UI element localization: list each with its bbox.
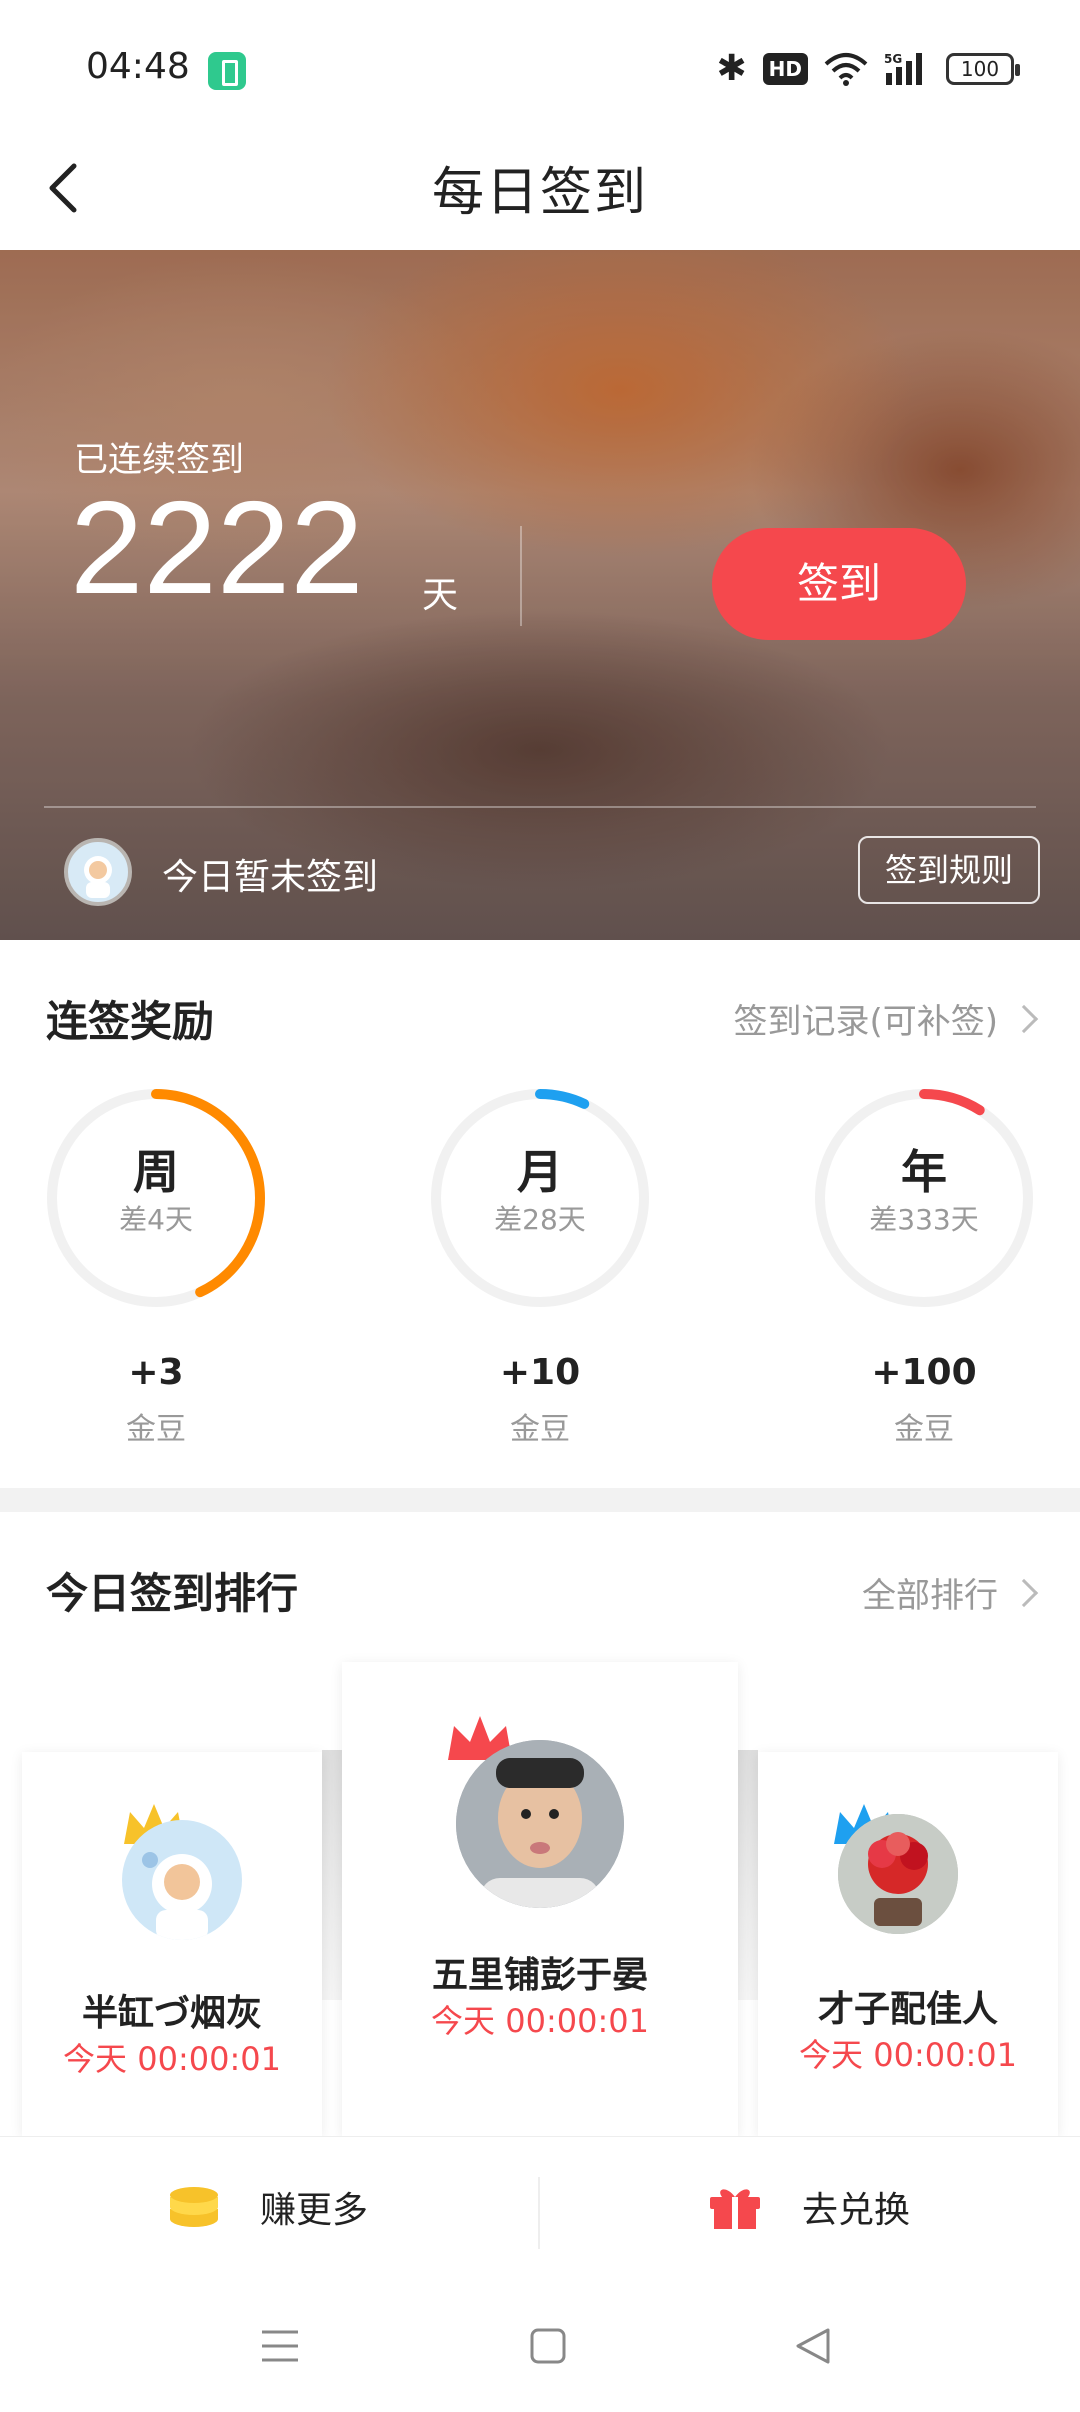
all-ranking-label: 全部排行 <box>862 1576 998 1616</box>
reward-unit: 金豆 <box>126 1412 186 1447</box>
streak-unit: 天 <box>422 575 459 616</box>
menu-button[interactable] <box>252 2318 308 2374</box>
rank-card-1[interactable]: 五里铺彭于晏 今天 00:00:01 <box>342 1662 738 2136</box>
reward-ring-week[interactable]: 周 差4天 <box>44 1086 268 1310</box>
checkin-button[interactable]: 签到 <box>712 528 966 640</box>
earn-more-button[interactable]: 赚更多 <box>168 2137 368 2277</box>
section-divider <box>0 1488 1080 1512</box>
rank-card-3[interactable]: 才子配佳人 今天 00:00:01 <box>758 1752 1058 2136</box>
rank-card-2[interactable]: 半缸づ烟灰 今天 00:00:01 <box>22 1752 322 2136</box>
redeem-label: 去兑换 <box>802 2190 911 2231</box>
status-icons: ✱ HD 5G 100 <box>716 48 1020 89</box>
page-title: 每日签到 <box>431 163 648 223</box>
cellular-signal-icon: 5G <box>884 51 930 87</box>
reward-period: 年 <box>901 1145 947 1199</box>
reward-period: 周 <box>133 1145 179 1199</box>
reward-unit: 金豆 <box>510 1412 570 1447</box>
podium-shadow <box>736 1750 758 2000</box>
all-ranking-link[interactable]: 全部排行 <box>862 1568 1039 1617</box>
reward-ring-year[interactable]: 年 差333天 <box>812 1086 1036 1310</box>
rank-time: 今天 00:00:01 <box>799 2036 1017 2074</box>
reward-amount: +3 <box>128 1352 184 1393</box>
home-icon <box>530 2328 566 2364</box>
today-status-text: 今日暂未签到 <box>162 857 379 898</box>
bluetooth-icon: ✱ <box>716 48 747 89</box>
checkin-record-link[interactable]: 签到记录(可补签) <box>733 994 1039 1043</box>
rank-name: 才子配佳人 <box>817 1989 998 2030</box>
divider <box>538 2177 540 2249</box>
menu-icon <box>262 2330 298 2362</box>
gift-icon <box>710 2189 760 2229</box>
reward-amount: +10 <box>499 1352 581 1393</box>
reward-period: 月 <box>517 1145 563 1199</box>
hd-badge: HD <box>762 52 808 85</box>
rank-avatar[interactable] <box>838 1814 958 1934</box>
coins-icon <box>170 2187 218 2227</box>
ranking-title: 今日签到排行 <box>46 1569 299 1618</box>
reward-ring-month[interactable]: 月 差28天 <box>428 1086 652 1310</box>
status-bar: 04:48 ✱ HD 5G 100 <box>0 0 1080 130</box>
podium-shadow <box>322 1750 344 2000</box>
back-triangle-icon <box>796 2328 830 2364</box>
streak-rewards-title: 连签奖励 <box>46 997 215 1046</box>
home-button[interactable] <box>520 2318 576 2374</box>
reward-remaining: 差333天 <box>869 1203 979 1236</box>
redeem-button[interactable]: 去兑换 <box>708 2137 910 2277</box>
divider <box>44 806 1036 808</box>
divider <box>520 526 522 626</box>
rank-avatar[interactable] <box>456 1740 624 1908</box>
user-avatar <box>64 838 132 906</box>
chevron-right-icon <box>1009 1004 1039 1033</box>
reward-remaining: 差28天 <box>494 1203 586 1236</box>
wifi-icon <box>824 52 868 86</box>
checkin-rules-button[interactable]: 签到规则 <box>858 836 1040 904</box>
reward-amount: +100 <box>871 1352 977 1393</box>
svg-text:5G: 5G <box>884 52 902 66</box>
rank-name: 半缸づ烟灰 <box>81 1993 262 2034</box>
back-nav-button[interactable] <box>786 2318 842 2374</box>
reward-remaining: 差4天 <box>119 1203 193 1236</box>
reward-unit: 金豆 <box>894 1412 954 1447</box>
battery-saver-icon <box>208 52 246 90</box>
rank-name: 五里铺彭于晏 <box>431 1955 648 1996</box>
nav-bar: 每日签到 <box>0 130 1080 250</box>
rank-time: 今天 00:00:01 <box>63 2040 281 2078</box>
chevron-right-icon <box>1009 1578 1039 1607</box>
bottom-action-bar: 赚更多 去兑换 <box>0 2136 1080 2276</box>
earn-more-label: 赚更多 <box>260 2190 369 2231</box>
rank-time: 今天 00:00:01 <box>431 2002 649 2040</box>
rank-avatar[interactable] <box>122 1820 242 1940</box>
battery-icon: 100 <box>946 52 1020 85</box>
streak-days: 2222 <box>70 474 364 621</box>
system-nav-bar <box>0 2276 1080 2412</box>
checkin-banner: 已连续签到 2222 天 签到 今日暂未签到 签到规则 <box>0 250 1080 940</box>
checkin-record-label: 签到记录(可补签) <box>733 1002 998 1042</box>
status-time: 04:48 <box>86 46 190 87</box>
